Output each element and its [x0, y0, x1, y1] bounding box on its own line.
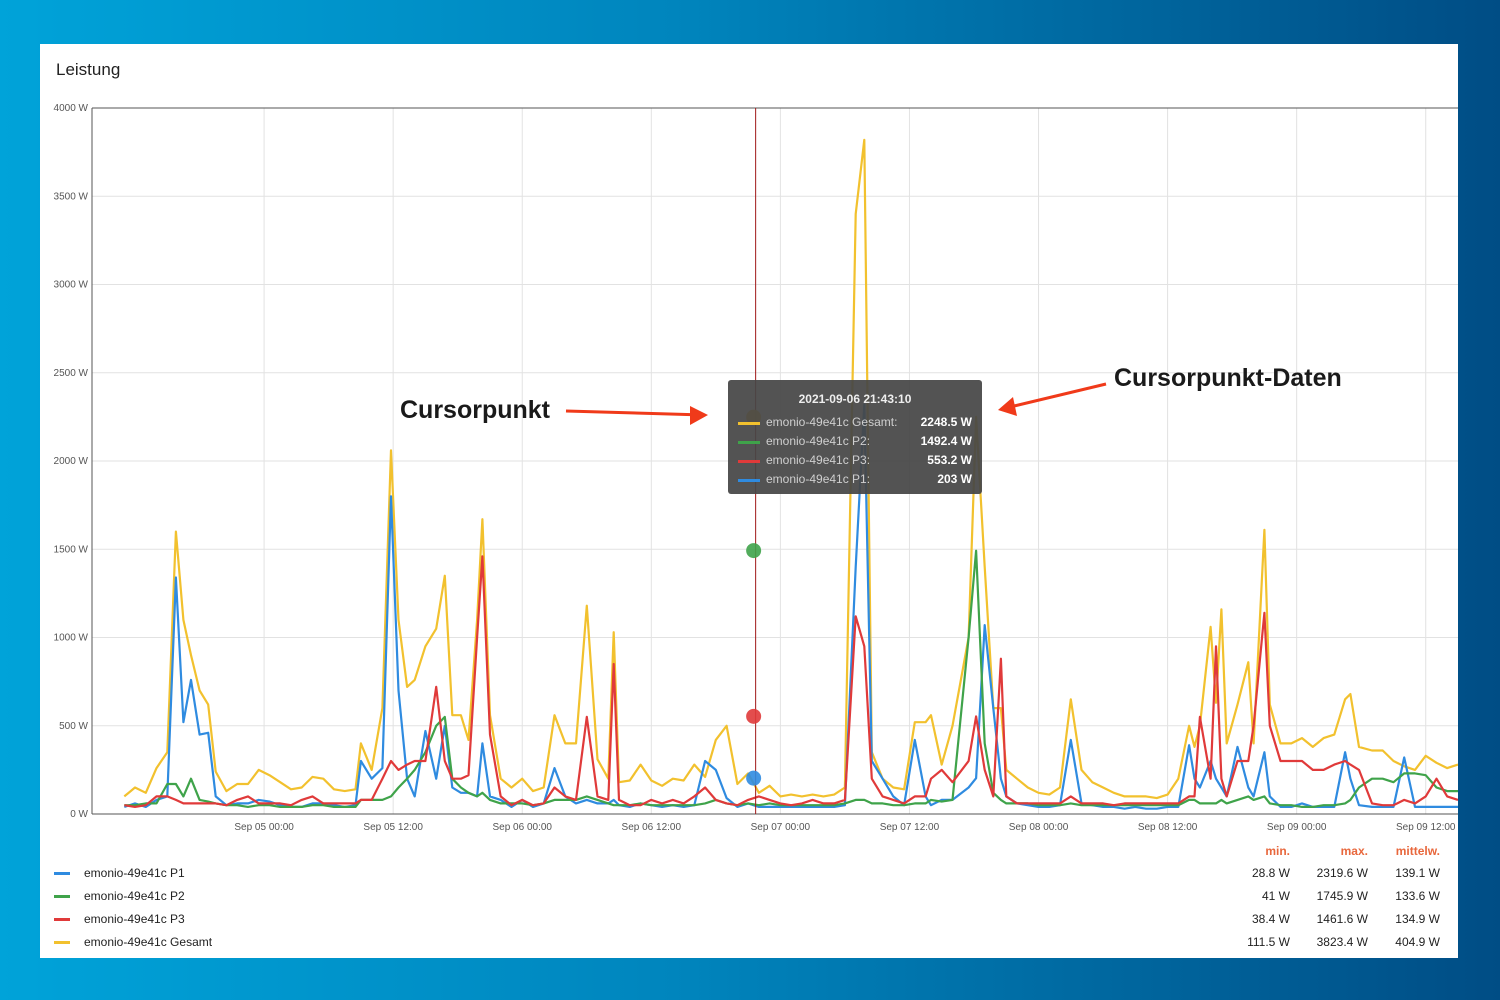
cursor-data-arrow — [1009, 382, 1107, 409]
tooltip-label: emonio-49e41c P1: — [766, 472, 871, 486]
y-tick-label: 0 W — [70, 809, 88, 820]
tooltip-label: emonio-49e41c Gesamt: — [766, 415, 898, 429]
cursor-data-arrowhead — [998, 397, 1017, 416]
tooltip-row-p1: emonio-49e41c P1: 203 W — [738, 472, 972, 490]
y-tick-label: 1500 W — [54, 544, 89, 555]
x-tick-label: Sep 06 12:00 — [622, 822, 682, 833]
tooltip-swatch-p2 — [738, 441, 760, 444]
legend-avg: 404.9 W — [1395, 935, 1440, 949]
x-tick-label: Sep 07 12:00 — [880, 822, 940, 833]
legend-series-name[interactable]: emonio-49e41c P3 — [84, 912, 185, 926]
tooltip-label: emonio-49e41c P3: — [766, 453, 871, 467]
legend-swatch-p3 — [54, 918, 70, 921]
tooltip-row-p3: emonio-49e41c P3: 553.2 W — [738, 453, 972, 471]
legend-row-gesamt[interactable]: emonio-49e41c Gesamt 111.5 W 3823.4 W 40… — [40, 933, 1458, 953]
cursor-point-arrow — [565, 409, 705, 417]
y-tick-label: 3000 W — [54, 280, 89, 291]
legend-series-name[interactable]: emonio-49e41c P2 — [84, 889, 185, 903]
x-tick-label: Sep 09 12:00 — [1396, 822, 1456, 833]
tooltip-value: 203 W — [937, 472, 972, 486]
y-tick-label: 4000 W — [54, 103, 89, 114]
legend-series-name[interactable]: emonio-49e41c Gesamt — [84, 935, 212, 949]
cursor-point-annotation: Cursorpunkt — [400, 396, 550, 424]
tooltip-swatch-p1 — [738, 479, 760, 482]
legend-avg: 139.1 W — [1395, 866, 1440, 880]
cursor-point-p1 — [746, 770, 762, 786]
legend-header-max: max. — [1340, 844, 1368, 858]
tooltip-label: emonio-49e41c P2: — [766, 434, 871, 448]
legend-swatch-p1 — [54, 872, 70, 875]
legend-swatch-gesamt — [54, 941, 70, 944]
x-tick-label: Sep 06 00:00 — [492, 822, 552, 833]
x-tick-label: Sep 07 00:00 — [751, 822, 811, 833]
cursor-data-annotation: Cursorpunkt-Daten — [1114, 364, 1342, 392]
tooltip-value: 2248.5 W — [920, 415, 972, 429]
power-line-chart[interactable]: 0 W 500 W 1000 W 1500 W 2000 W 2500 W 3000 W 35… — [40, 44, 1458, 958]
legend-header-min: min. — [1265, 844, 1290, 858]
cursor-point-p2 — [746, 543, 762, 559]
tooltip-value: 553.2 W — [927, 453, 972, 467]
legend-series-name[interactable]: emonio-49e41c P1 — [84, 866, 185, 880]
legend-avg: 134.9 W — [1395, 912, 1440, 926]
tooltip-swatch-p3 — [738, 460, 760, 463]
legend-header-avg: mittelw. — [1395, 844, 1440, 858]
legend-max: 2319.6 W — [1316, 866, 1368, 880]
cursor-point-p3 — [746, 708, 762, 724]
y-tick-label: 2000 W — [54, 456, 89, 467]
legend-avg: 133.6 W — [1395, 889, 1440, 903]
cursor-tooltip: 2021-09-06 21:43:10 emonio-49e41c Gesamt… — [728, 380, 982, 494]
legend-row-p1[interactable]: emonio-49e41c P1 28.8 W 2319.6 W 139.1 W — [40, 864, 1458, 884]
x-tick-label: Sep 08 00:00 — [1009, 822, 1069, 833]
x-tick-label: Sep 05 00:00 — [234, 822, 294, 833]
legend-min: 38.4 W — [1251, 912, 1290, 926]
y-tick-label: 1000 W — [54, 633, 89, 644]
legend-row-p2[interactable]: emonio-49e41c P2 41 W 1745.9 W 133.6 W — [40, 887, 1458, 907]
legend-row-p3[interactable]: emonio-49e41c P3 38.4 W 1461.6 W 134.9 W — [40, 910, 1458, 930]
cursor-point-arrowhead — [690, 406, 708, 425]
y-tick-label: 3500 W — [54, 191, 89, 202]
legend-max: 1461.6 W — [1316, 912, 1368, 926]
series-line-p3 — [124, 555, 1458, 809]
tooltip-row-gesamt: emonio-49e41c Gesamt: 2248.5 W — [738, 415, 972, 433]
legend-min: 41 W — [1261, 889, 1290, 903]
tooltip-value: 1492.4 W — [920, 434, 972, 448]
y-tick-label: 500 W — [59, 721, 88, 732]
legend-min: 28.8 W — [1251, 866, 1290, 880]
legend-min: 111.5 W — [1247, 935, 1290, 949]
y-tick-label: 2500 W — [54, 368, 89, 379]
legend-max: 1745.9 W — [1316, 889, 1368, 903]
tooltip-timestamp: 2021-09-06 21:43:10 — [798, 392, 912, 406]
legend-max: 3823.4 W — [1316, 935, 1368, 949]
x-tick-label: Sep 09 00:00 — [1267, 822, 1327, 833]
x-tick-label: Sep 05 12:00 — [363, 822, 423, 833]
chart-panel: Leistung 0 W 500 W 1000 W 1500 W 2000 W 2500 … — [40, 44, 1458, 958]
tooltip-row-p2: emonio-49e41c P2: 1492.4 W — [738, 434, 972, 452]
legend-swatch-p2 — [54, 895, 70, 898]
x-tick-label: Sep 08 12:00 — [1138, 822, 1198, 833]
tooltip-swatch-gesamt — [738, 422, 760, 425]
